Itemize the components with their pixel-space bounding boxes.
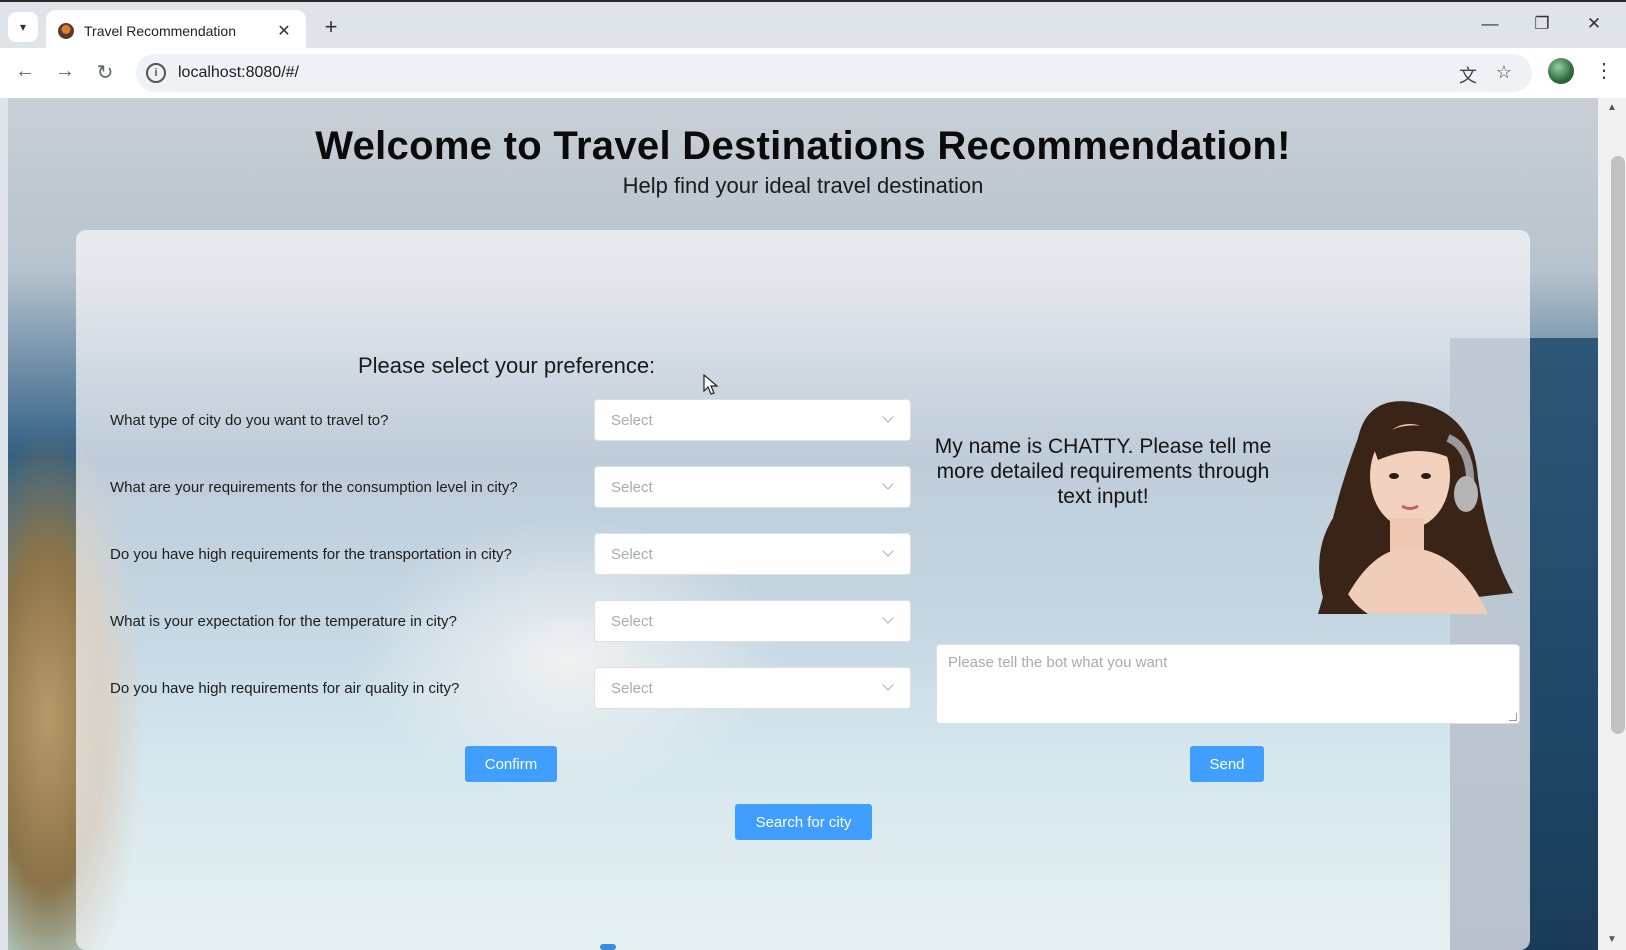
tab-search-icon[interactable]: ▾	[8, 12, 38, 42]
page-header: Welcome to Travel Destinations Recommend…	[8, 98, 1598, 199]
chat-textarea[interactable]: Please tell the bot what you want	[936, 644, 1520, 724]
page-viewport: Welcome to Travel Destinations Recommend…	[0, 98, 1626, 950]
info-icon[interactable]: i	[146, 63, 166, 83]
select-placeholder: Select	[611, 412, 653, 429]
transportation-select[interactable]: Select	[594, 533, 911, 575]
close-icon[interactable]: ✕	[274, 21, 294, 41]
consumption-level-select[interactable]: Select	[594, 466, 911, 508]
chevron-down-icon	[882, 411, 894, 423]
chevron-down-icon	[882, 545, 894, 557]
window-close-icon[interactable]: ✕	[1582, 14, 1606, 34]
preference-heading: Please select your preference:	[358, 353, 656, 378]
profile-icon[interactable]	[1548, 58, 1574, 84]
minimize-icon[interactable]: —	[1478, 14, 1502, 34]
question-label: What type of city do you want to travel …	[110, 412, 389, 429]
star-icon[interactable]: ☆	[1492, 62, 1516, 83]
select-placeholder: Select	[611, 680, 653, 697]
new-tab-icon[interactable]: +	[318, 14, 344, 40]
chatbot-avatar	[1318, 401, 1513, 614]
chat-placeholder: Please tell the bot what you want	[948, 654, 1168, 671]
mouse-cursor-icon	[703, 374, 719, 395]
scroll-thumb[interactable]	[1611, 156, 1625, 734]
address-bar[interactable]: i localhost:8080/#/ 文 ☆	[136, 54, 1532, 92]
menu-icon[interactable]: ⋮	[1594, 58, 1614, 83]
confirm-button[interactable]: Confirm	[465, 746, 557, 782]
tab-title: Travel Recommendation	[84, 23, 236, 39]
browser-tabstrip: ▾ Travel Recommendation ✕ + — ❐ ✕	[0, 0, 1626, 52]
question-label: What are your requirements for the consu…	[110, 479, 518, 496]
send-button[interactable]: Send	[1190, 746, 1264, 782]
scroll-up-icon[interactable]: ▲	[1604, 102, 1620, 113]
temperature-select[interactable]: Select	[594, 600, 911, 642]
scroll-down-icon[interactable]: ▼	[1604, 934, 1620, 945]
resize-handle[interactable]	[1509, 713, 1517, 721]
url-text[interactable]: localhost:8080/#/	[178, 64, 299, 82]
browser-toolbar: ← → ↻ i localhost:8080/#/ 文 ☆ ⋮	[0, 48, 1626, 98]
loading-indicator	[600, 944, 616, 950]
browser-tab[interactable]: Travel Recommendation ✕	[46, 10, 306, 52]
page-title: Welcome to Travel Destinations Recommend…	[315, 124, 1291, 168]
select-placeholder: Select	[611, 479, 653, 496]
page-subtitle: Help find your ideal travel destination	[622, 173, 984, 198]
chatty-intro: My name is CHATTY. Please tell me more d…	[934, 435, 1272, 508]
question-label: Do you have high requirements for air qu…	[110, 680, 460, 697]
city-type-select[interactable]: Select	[594, 399, 911, 441]
back-icon[interactable]: ←	[12, 60, 38, 83]
select-placeholder: Select	[611, 613, 653, 630]
question-label: What is your expectation for the tempera…	[110, 613, 457, 630]
chevron-down-icon	[882, 478, 894, 490]
chevron-down-icon	[882, 679, 894, 691]
select-placeholder: Select	[611, 546, 653, 563]
favicon-icon	[58, 23, 74, 39]
translate-icon[interactable]: 文	[1456, 62, 1480, 88]
reload-icon[interactable]: ↻	[92, 60, 118, 85]
air-quality-select[interactable]: Select	[594, 667, 911, 709]
forward-icon[interactable]: →	[52, 60, 78, 83]
question-label: Do you have high requirements for the tr…	[110, 546, 512, 563]
restore-icon[interactable]: ❐	[1530, 14, 1554, 34]
search-city-button[interactable]: Search for city	[735, 804, 872, 840]
chevron-down-icon	[882, 612, 894, 624]
